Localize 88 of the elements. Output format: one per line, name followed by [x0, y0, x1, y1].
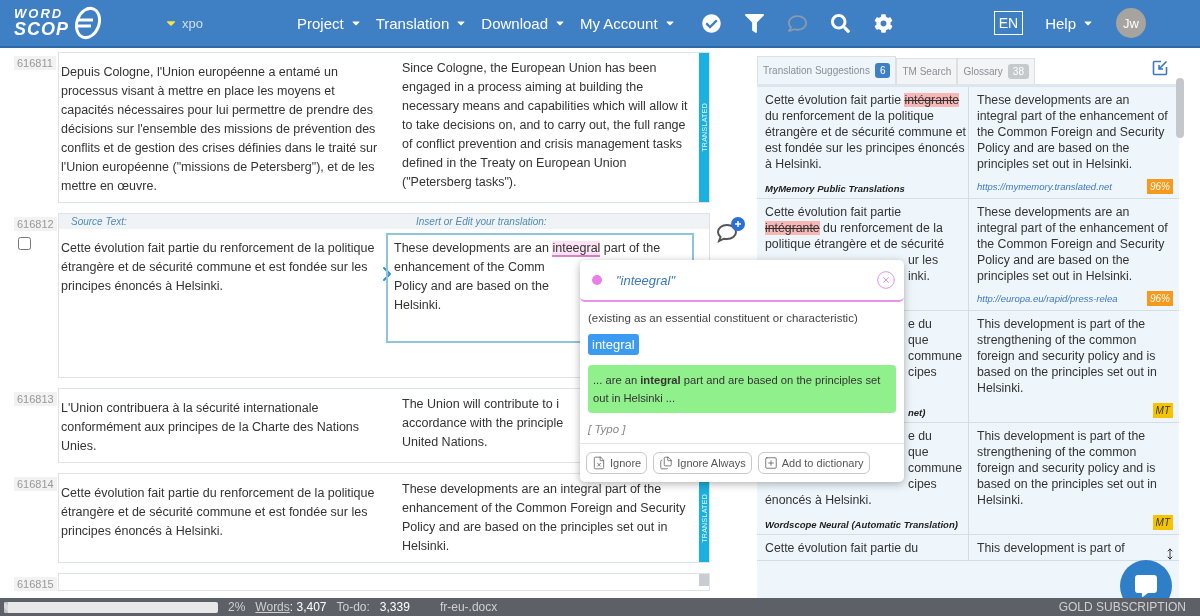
word-count: : 3,407	[289, 600, 327, 614]
settings-icon[interactable]	[873, 13, 893, 33]
popup-action-button[interactable]: Ignore Always	[653, 452, 752, 474]
count-badge: 38	[1007, 64, 1029, 79]
target-text: The Union will contribute to i	[402, 396, 560, 413]
menu-item[interactable]: Translation	[373, 14, 470, 32]
panel-tab[interactable]: TM Search	[896, 58, 958, 84]
suggestion-source: cipes	[908, 476, 937, 492]
help-menu[interactable]: Help	[1043, 14, 1096, 32]
segment-checkbox[interactable]	[18, 237, 31, 250]
suggestion-source: commune	[908, 348, 962, 364]
suggestion-source: Cette évolution fait partie du	[765, 540, 919, 556]
target-text: accordance with the principle	[402, 415, 564, 432]
target-heading: Insert or Edit your translation:	[416, 216, 548, 227]
match-score: MT	[1152, 403, 1173, 418]
match-score: 96%	[1147, 179, 1173, 194]
words-link[interactable]: Words	[255, 600, 290, 614]
suggestion-target: This development is part of	[977, 540, 1126, 556]
segment-number: 616813	[14, 392, 57, 406]
export-icon[interactable]	[1152, 60, 1168, 76]
source-text: Cette évolution fait partie du renforcement de la politique étrangère et de sécurité commune et est fondée sur les principes énoncés à Helsinki.	[60, 240, 376, 295]
suggestion-target: This development is part of the strengthening of the common foreign and security policy and is based on the principles set out in Helsinki.	[977, 428, 1158, 508]
suggestion-source: Cette évolution fait partie intégrante du renforcement de la politique étrangère et de sécurité commune et est fondée sur les principes énoncés à Helsinki.	[765, 92, 966, 172]
logo-text: WORD	[14, 8, 65, 21]
source-text: L'Union contribuera à la sécurité internationale conformément aux principes de la Charte des Nations Unies.	[60, 400, 361, 455]
suggestion-source: ur les	[908, 252, 939, 268]
menu-item[interactable]: Project	[294, 14, 364, 32]
progress-percent: 2%	[228, 600, 246, 614]
suggestion-origin: MyMemory Public Translations	[765, 183, 905, 194]
match-score: 96%	[1147, 291, 1173, 306]
menu-item[interactable]: Download	[479, 14, 569, 32]
suggestion-source: inki.	[908, 268, 930, 284]
logo-text: SCOP	[14, 20, 69, 38]
segment-number: 616815	[14, 577, 57, 591]
suggestion-source: e du	[908, 428, 932, 444]
suggestion-source: cipes	[908, 364, 937, 380]
suggestion-target: These developments are an integral part of the enhancement of the Common Foreign and Security Policy and are based on the principles set out in Helsinki.	[977, 204, 1169, 284]
suggestion-target: This development is part of the strengthening of the common foreign and security policy and is based on the principles set out in Helsinki.	[977, 316, 1158, 396]
chat-icon	[1135, 575, 1157, 597]
file-name: fr-eu-.docx	[439, 600, 498, 614]
source-link[interactable]: https://mymemory.translated.net	[977, 181, 1112, 192]
popup-action-button[interactable]: Add to dictionary	[757, 452, 870, 474]
suggestion-source: énoncés à Helsinki.	[765, 492, 872, 508]
filter-icon[interactable]	[744, 13, 764, 33]
comment-add-icon[interactable]	[716, 217, 746, 245]
translation-line: These developments are an inteegral part of the	[394, 240, 661, 258]
segment-number: 616814	[14, 477, 57, 491]
dot-icon	[592, 275, 602, 285]
target-text: These developments are an integral part of the enhancement of the Common Foreign and Security Policy and are based on the principles set out in Helsinki.	[401, 481, 687, 555]
suggestion-origin: Wordscope Neural (Automatic Translation)	[765, 519, 958, 530]
error-category: [ Typo ]	[588, 423, 626, 435]
suggestion-source: commune	[908, 460, 962, 476]
example-sentence: ... are an integral part and are based on the principles set out in Helsinki ...	[588, 365, 896, 413]
suggestion-source: politique étrangère et de sécurité	[765, 236, 945, 252]
suggestion-source: Cette évolution fait partie	[765, 204, 902, 220]
user-avatar[interactable]: Jw	[1116, 8, 1146, 38]
panel-tab[interactable]: Glossary 38	[957, 58, 1035, 84]
suggestion-chip[interactable]: integral	[588, 334, 639, 355]
match-score: MT	[1152, 515, 1173, 530]
suggestion-source: e du	[908, 316, 932, 332]
popup-action-button[interactable]: Ignore	[586, 452, 648, 474]
source-text: Cette évolution fait partie du renforcement de la politique étrangère et de sécurité commune et est fondée sur les principes énoncés à Helsinki.	[60, 485, 376, 540]
todo-count: 3,339	[379, 600, 410, 614]
translation-line: Helsinki.	[394, 297, 442, 314]
language-button[interactable]: EN	[993, 11, 1024, 35]
source-text: Depuis Cologne, l'Union européenne a entamé un processus visant à mettre en place les moyens et capacités nécessaires pour lui permettre de prendre des décisions sur l'ensemble des missions de prévention des conflits et de gestion des crises définies dans le traité sur l'Union européenne ("missions de Petersberg"), et de les mettre en œuvre.	[60, 64, 379, 195]
translation-line: Policy and are based on the	[394, 278, 549, 295]
source-link[interactable]: http://europa.eu/rapid/press-relea	[977, 293, 1118, 304]
source-heading: Source Text:	[71, 216, 128, 227]
suggestion-origin: net)	[908, 407, 926, 418]
suggestion-target: These developments are an integral part of the enhancement of the Common Foreign and Security Policy and are based on the principles set out in Helsinki.	[977, 92, 1169, 172]
todo-label: To-do:	[336, 600, 370, 614]
segment-number: 616812	[14, 217, 57, 231]
suggestion-source: intégrante du renforcement de la	[765, 220, 943, 236]
suggestion-source: que	[908, 444, 929, 460]
panel-tab[interactable]: Translation Suggestions 6	[757, 56, 897, 84]
target-text: United Nations.	[402, 434, 488, 451]
count-badge: 6	[874, 63, 891, 78]
menu-item[interactable]: My Account	[578, 14, 678, 32]
flagged-word: "inteegral"	[616, 272, 677, 288]
project-name: xpo	[182, 15, 203, 31]
target-text: Since Cologne, the European Union has been engaged in a process aiming at building the necessary means and capabilities which will allow it to take decisions on, and to carry out, the full range of conflict prevention and crisis management tasks defined in the Treaty on European Union ("Petersberg tasks").	[401, 60, 689, 191]
suggestion-source: que	[908, 332, 929, 348]
subscription-plan: GOLD SUBSCRIPTION	[1058, 600, 1186, 614]
segment-number: 616811	[14, 56, 56, 70]
search-icon[interactable]	[830, 13, 850, 33]
scrollbar[interactable]	[1176, 78, 1184, 138]
translation-line: enhancement of the Comm	[394, 259, 545, 276]
